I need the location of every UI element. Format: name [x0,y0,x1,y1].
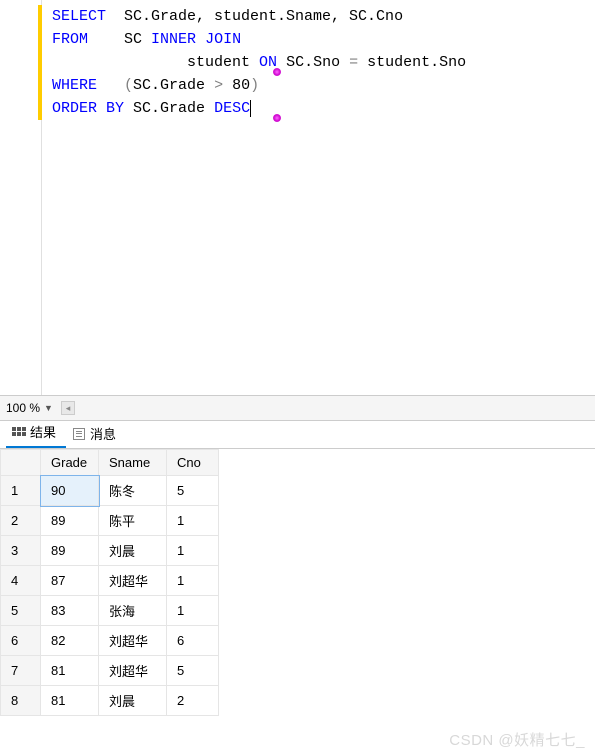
dropdown-arrow-icon[interactable]: ▼ [44,403,53,413]
watermark: CSDN @妖精七七_ [449,729,585,750]
cell-grade[interactable]: 89 [41,506,99,536]
cell-cno[interactable]: 6 [167,626,219,656]
cell-sname[interactable]: 张海 [99,596,167,626]
tab-label: 消息 [90,424,116,443]
editor-gutter [0,0,42,395]
cell-grade[interactable]: 81 [41,686,99,716]
cell-cno[interactable]: 1 [167,506,219,536]
column-header-sname[interactable]: Sname [99,450,167,476]
table-row[interactable]: 781刘超华5 [1,656,219,686]
corner-cell[interactable] [1,450,41,476]
cell-sname[interactable]: 刘超华 [99,566,167,596]
code-area[interactable]: SELECT SC.Grade, student.Sname, SC.Cno F… [42,0,595,395]
sql-editor[interactable]: SELECT SC.Grade, student.Sname, SC.Cno F… [0,0,595,395]
table-row[interactable]: 389刘晨1 [1,536,219,566]
scroll-left-button[interactable]: ◂ [61,401,75,415]
cursor-handle-icon [273,114,281,122]
cell-grade[interactable]: 81 [41,656,99,686]
code-line: WHERE (SC.Grade > 80) [52,74,595,97]
table-row[interactable]: 289陈平1 [1,506,219,536]
row-number[interactable]: 7 [1,656,41,686]
tab-label: 结果 [30,422,56,441]
tab-results[interactable]: 结果 [6,417,66,448]
cell-cno[interactable]: 1 [167,596,219,626]
row-number[interactable]: 3 [1,536,41,566]
cell-cno[interactable]: 5 [167,476,219,506]
row-number[interactable]: 8 [1,686,41,716]
row-number[interactable]: 2 [1,506,41,536]
row-number[interactable]: 6 [1,626,41,656]
cell-cno[interactable]: 1 [167,536,219,566]
cell-grade[interactable]: 89 [41,536,99,566]
zoom-bar: 100 % ▼ ◂ [0,395,595,421]
results-grid-icon [12,425,26,439]
code-line: FROM SC INNER JOIN [52,28,595,51]
cell-sname[interactable]: 陈平 [99,506,167,536]
table-row[interactable]: 583张海1 [1,596,219,626]
table-row[interactable]: 190陈冬5 [1,476,219,506]
cell-grade[interactable]: 90 [41,476,99,506]
cell-cno[interactable]: 1 [167,566,219,596]
table-row[interactable]: 881刘晨2 [1,686,219,716]
cursor-handle-icon [273,68,281,76]
cell-grade[interactable]: 87 [41,566,99,596]
cell-sname[interactable]: 刘超华 [99,656,167,686]
cell-sname[interactable]: 刘晨 [99,536,167,566]
row-number[interactable]: 5 [1,596,41,626]
messages-icon [72,427,86,441]
code-line: student ON SC.Sno = student.Sno [52,51,595,74]
code-line: SELECT SC.Grade, student.Sname, SC.Cno [52,5,595,28]
table-row[interactable]: 682刘超华6 [1,626,219,656]
cell-grade[interactable]: 82 [41,626,99,656]
cell-sname[interactable]: 刘超华 [99,626,167,656]
cell-cno[interactable]: 2 [167,686,219,716]
results-grid[interactable]: Grade Sname Cno 190陈冬5289陈平1389刘晨1487刘超华… [0,449,595,716]
results-tabs: 结果 消息 [0,421,595,449]
cell-cno[interactable]: 5 [167,656,219,686]
header-row: Grade Sname Cno [1,450,219,476]
column-header-cno[interactable]: Cno [167,450,219,476]
cell-sname[interactable]: 刘晨 [99,686,167,716]
table-row[interactable]: 487刘超华1 [1,566,219,596]
zoom-value[interactable]: 100 % [6,401,40,415]
row-number[interactable]: 4 [1,566,41,596]
results-table: Grade Sname Cno 190陈冬5289陈平1389刘晨1487刘超华… [0,449,219,716]
cell-sname[interactable]: 陈冬 [99,476,167,506]
row-number[interactable]: 1 [1,476,41,506]
column-header-grade[interactable]: Grade [41,450,99,476]
cell-grade[interactable]: 83 [41,596,99,626]
text-cursor [250,100,251,117]
code-line: ORDER BY SC.Grade DESC [52,97,595,120]
tab-messages[interactable]: 消息 [66,419,126,448]
